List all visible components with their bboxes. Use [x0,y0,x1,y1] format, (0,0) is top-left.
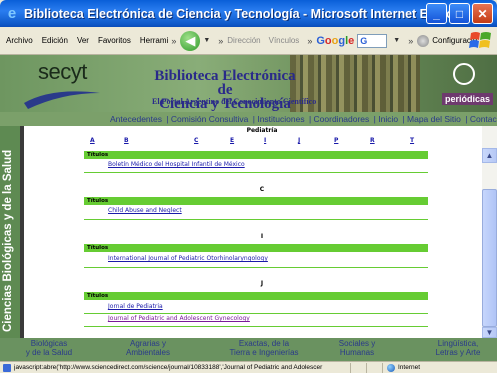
scroll-down-icon[interactable]: ▼ [482,327,497,338]
secyt-logo[interactable]: secyt [38,59,87,85]
chevron-more-icon[interactable]: » [218,36,223,46]
google-toolbar-logo[interactable]: Google [316,35,354,47]
site-banner: secyt Biblioteca Electrónica de Ciencia … [0,55,497,112]
journal-link[interactable]: International Journal of Pediatric Otorh… [84,253,428,265]
section-letter: C [259,186,265,193]
journal-link[interactable]: Boletín Médico del Hospital Infantil de … [84,159,428,171]
nav-comision[interactable]: Comisión Consultiva [171,114,248,124]
letter-index: A B C E I J P R T [82,137,442,147]
menu-favoritos[interactable]: Favoritos [98,36,131,45]
security-zone-label: Internet [398,364,421,371]
banner-subtitle: El Portal Argentino del Conocimiento Cie… [152,97,317,106]
site-nav: Antecedentes | Comisión Consultiva | Ins… [0,112,497,126]
nav-inicio[interactable]: Inicio [378,114,398,124]
section-letter: J [260,280,264,287]
nav-mapa[interactable]: Mapa del Sitio [407,114,461,124]
periodicas-badge[interactable]: periódicas [441,93,493,105]
letter-link[interactable]: B [124,137,129,144]
journal-link[interactable]: Journal of Pediatric and Adolescent Gyne… [84,313,428,325]
letter-link[interactable]: A [90,137,95,144]
letter-link[interactable]: T [410,137,414,144]
category-nav: Biológicas y de la Salud Agrarias y Ambien… [0,338,497,361]
menu-edicion[interactable]: Edición [42,36,68,45]
title-bar: e Biblioteca Electrónica de Ciencia y Te… [0,0,497,27]
content-area: Ciencias Biológicas y de la Salud Pediat… [0,126,497,338]
page-title: Pediatría [246,127,278,134]
letter-link[interactable]: J [298,137,300,144]
letter-link[interactable]: R [370,137,375,144]
toolbar: Archivo Edición Ver Favoritos Herrami » … [0,27,497,55]
letter-link[interactable]: C [194,137,198,144]
section-header: Títulos [84,151,428,159]
google-dropdown-icon[interactable]: ▼ [393,37,400,44]
letter-link[interactable]: E [230,137,234,144]
internet-zone-icon [387,364,395,372]
category-linguistica[interactable]: Lingüística, Letras y Arte [420,339,496,357]
minimize-button[interactable]: _ [426,3,447,24]
menu-herramientas[interactable]: Herrami [140,36,168,45]
secyt-swoosh-icon [24,91,100,109]
category-exactas[interactable]: Exactas, de la Tierra e Ingenierías [214,339,314,357]
letter-link[interactable]: P [334,137,338,144]
google-search-input[interactable]: G [357,33,388,48]
settings-icon[interactable] [417,34,430,47]
window-controls: _ □ ✕ [426,3,493,24]
section-header: Títulos [84,197,428,205]
menu-archivo[interactable]: Archivo [6,36,33,45]
nav-coordinadores[interactable]: Coordinadores [314,114,370,124]
status-text: javascript:abre('http://www.sciencedirec… [14,364,323,371]
windows-logo-icon [469,32,491,48]
nav-contacto[interactable]: Contac [470,114,497,124]
nav-antecedentes[interactable]: Antecedentes [110,114,162,124]
back-dropdown-icon[interactable]: ▼ [203,37,210,44]
category-agrarias[interactable]: Agrarias y Ambientales [108,339,188,357]
section-header: Títulos [84,292,428,300]
menu-ver[interactable]: Ver [77,36,89,45]
page-icon [3,364,11,372]
scroll-up-icon[interactable]: ▲ [482,148,497,163]
address-label[interactable]: Dirección [227,36,260,45]
globe-circle-icon [453,63,475,85]
status-bar: javascript:abre('http://www.sciencedirec… [0,361,497,373]
journal-link[interactable]: Jornal de Pediatria [84,301,428,313]
letter-link[interactable]: I [264,137,266,144]
category-biologicas[interactable]: Biológicas y de la Salud [14,339,84,357]
maximize-button[interactable]: □ [449,3,470,24]
journal-listing: Pediatría A B C E I J P R T Títulos Bole… [82,126,442,338]
chevron-more-icon[interactable]: » [307,36,312,46]
section-letter: I [260,233,264,240]
journal-link[interactable]: Child Abuse and Neglect [84,205,428,217]
internet-explorer-icon: e [7,4,17,22]
section-header: Títulos [84,244,428,252]
chevron-more-icon[interactable]: » [408,36,413,46]
window-title: Biblioteca Electrónica de Ciencia y Tecn… [24,6,471,21]
category-sociales[interactable]: Sociales y Humanas [322,339,392,357]
back-arrow-icon[interactable]: ◀ [180,30,201,51]
close-button[interactable]: ✕ [472,3,493,24]
chevron-more-icon[interactable]: » [171,36,176,46]
links-label[interactable]: Vínculos [269,36,300,45]
scroll-thumb[interactable] [482,189,497,327]
vertical-scrollbar[interactable]: ▲ ▼ [482,126,497,338]
side-category-label: Ciencias Biológicas y de la Salud [0,126,24,338]
nav-instituciones[interactable]: Instituciones [257,114,304,124]
